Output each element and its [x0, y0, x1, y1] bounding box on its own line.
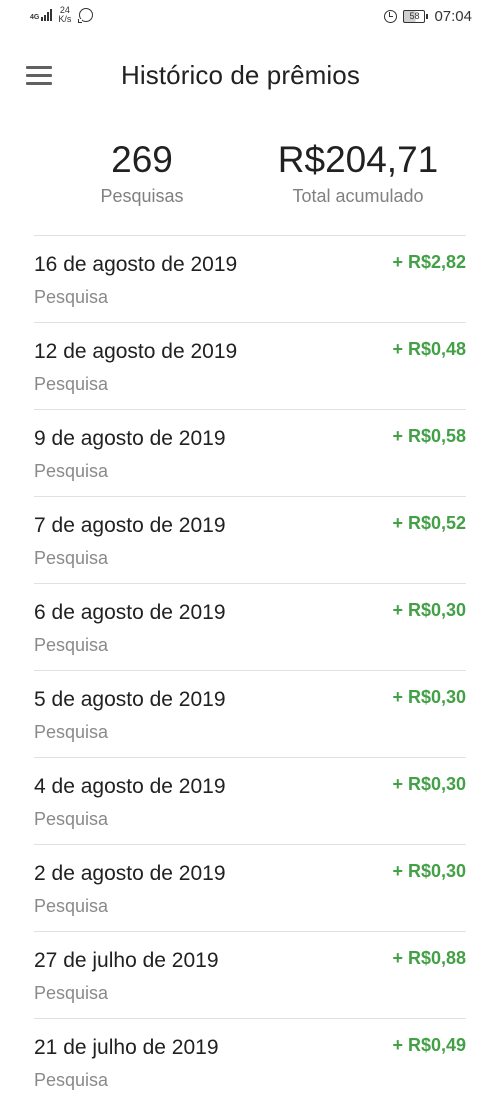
- history-item[interactable]: 27 de julho de 2019 Pesquisa + R$0,88: [34, 931, 466, 1018]
- item-date: 9 de agosto de 2019: [34, 427, 226, 450]
- item-date: 27 de julho de 2019: [34, 949, 219, 972]
- item-amount: + R$0,48: [392, 339, 466, 359]
- history-item[interactable]: 2 de agosto de 2019 Pesquisa + R$0,30: [34, 844, 466, 931]
- reward-history-list: 16 de agosto de 2019 Pesquisa + R$2,82 1…: [34, 235, 466, 1105]
- item-date: 7 de agosto de 2019: [34, 514, 226, 537]
- item-type: Pesquisa: [34, 722, 109, 742]
- item-type: Pesquisa: [34, 896, 109, 916]
- app-bar: Histórico de prêmios: [0, 50, 500, 100]
- item-amount: + R$0,58: [392, 426, 466, 446]
- status-time: 07:04: [434, 8, 472, 25]
- survey-count-label: Pesquisas: [100, 186, 184, 206]
- hamburger-menu-icon[interactable]: [24, 62, 54, 88]
- item-date: 12 de agosto de 2019: [34, 340, 238, 363]
- signal-icon: 4G: [30, 9, 53, 21]
- survey-count-stat: 269 Pesquisas: [72, 138, 212, 207]
- item-amount: + R$2,82: [392, 252, 466, 272]
- history-item[interactable]: 7 de agosto de 2019 Pesquisa + R$0,52: [34, 496, 466, 583]
- history-item[interactable]: 21 de julho de 2019 Pesquisa + R$0,49: [34, 1018, 466, 1105]
- network-speed: 24 K/s: [58, 6, 71, 24]
- total-accumulated-value: R$204,71: [277, 139, 439, 180]
- item-date: 21 de julho de 2019: [34, 1036, 219, 1059]
- status-bar: 4G 24 K/s 58 07:04: [0, 0, 500, 36]
- item-amount: + R$0,88: [392, 948, 466, 968]
- item-type: Pesquisa: [34, 1070, 109, 1090]
- summary-stats: 269 Pesquisas R$204,71 Total acumulado: [0, 138, 500, 218]
- page-title: Histórico de prêmios: [121, 60, 360, 90]
- battery-level: 58: [403, 10, 426, 23]
- history-item[interactable]: 12 de agosto de 2019 Pesquisa + R$0,48: [34, 322, 466, 409]
- item-type: Pesquisa: [34, 287, 109, 307]
- item-amount: + R$0,30: [392, 687, 466, 707]
- item-date: 16 de agosto de 2019: [34, 253, 238, 276]
- item-date: 4 de agosto de 2019: [34, 775, 226, 798]
- item-amount: + R$0,52: [392, 513, 466, 533]
- item-amount: + R$0,30: [392, 861, 466, 881]
- history-item[interactable]: 9 de agosto de 2019 Pesquisa + R$0,58: [34, 409, 466, 496]
- item-type: Pesquisa: [34, 635, 109, 655]
- total-accumulated-label: Total acumulado: [292, 186, 424, 206]
- survey-count-value: 269: [111, 139, 173, 180]
- item-date: 6 de agosto de 2019: [34, 601, 226, 624]
- whatsapp-icon: [78, 8, 94, 23]
- item-type: Pesquisa: [34, 983, 109, 1003]
- item-type: Pesquisa: [34, 461, 109, 481]
- alarm-icon: [384, 10, 398, 23]
- history-item[interactable]: 6 de agosto de 2019 Pesquisa + R$0,30: [34, 583, 466, 670]
- total-accumulated-stat: R$204,71 Total acumulado: [258, 138, 458, 207]
- network-type: 4G: [30, 14, 39, 21]
- history-item[interactable]: 4 de agosto de 2019 Pesquisa + R$0,30: [34, 757, 466, 844]
- item-amount: + R$0,30: [392, 600, 466, 620]
- history-item[interactable]: 5 de agosto de 2019 Pesquisa + R$0,30: [34, 670, 466, 757]
- item-type: Pesquisa: [34, 548, 109, 568]
- item-type: Pesquisa: [34, 809, 109, 829]
- battery-icon: 58: [403, 10, 429, 23]
- status-left: 4G 24 K/s: [30, 6, 94, 24]
- item-amount: + R$0,49: [392, 1035, 466, 1055]
- item-date: 2 de agosto de 2019: [34, 862, 226, 885]
- network-speed-unit: K/s: [58, 14, 72, 24]
- network-label: 4G: [30, 14, 40, 21]
- item-amount: + R$0,30: [392, 774, 466, 794]
- item-date: 5 de agosto de 2019: [34, 688, 226, 711]
- history-item[interactable]: 16 de agosto de 2019 Pesquisa + R$2,82: [34, 235, 466, 322]
- status-right: 58 07:04: [384, 8, 472, 25]
- item-type: Pesquisa: [34, 374, 109, 394]
